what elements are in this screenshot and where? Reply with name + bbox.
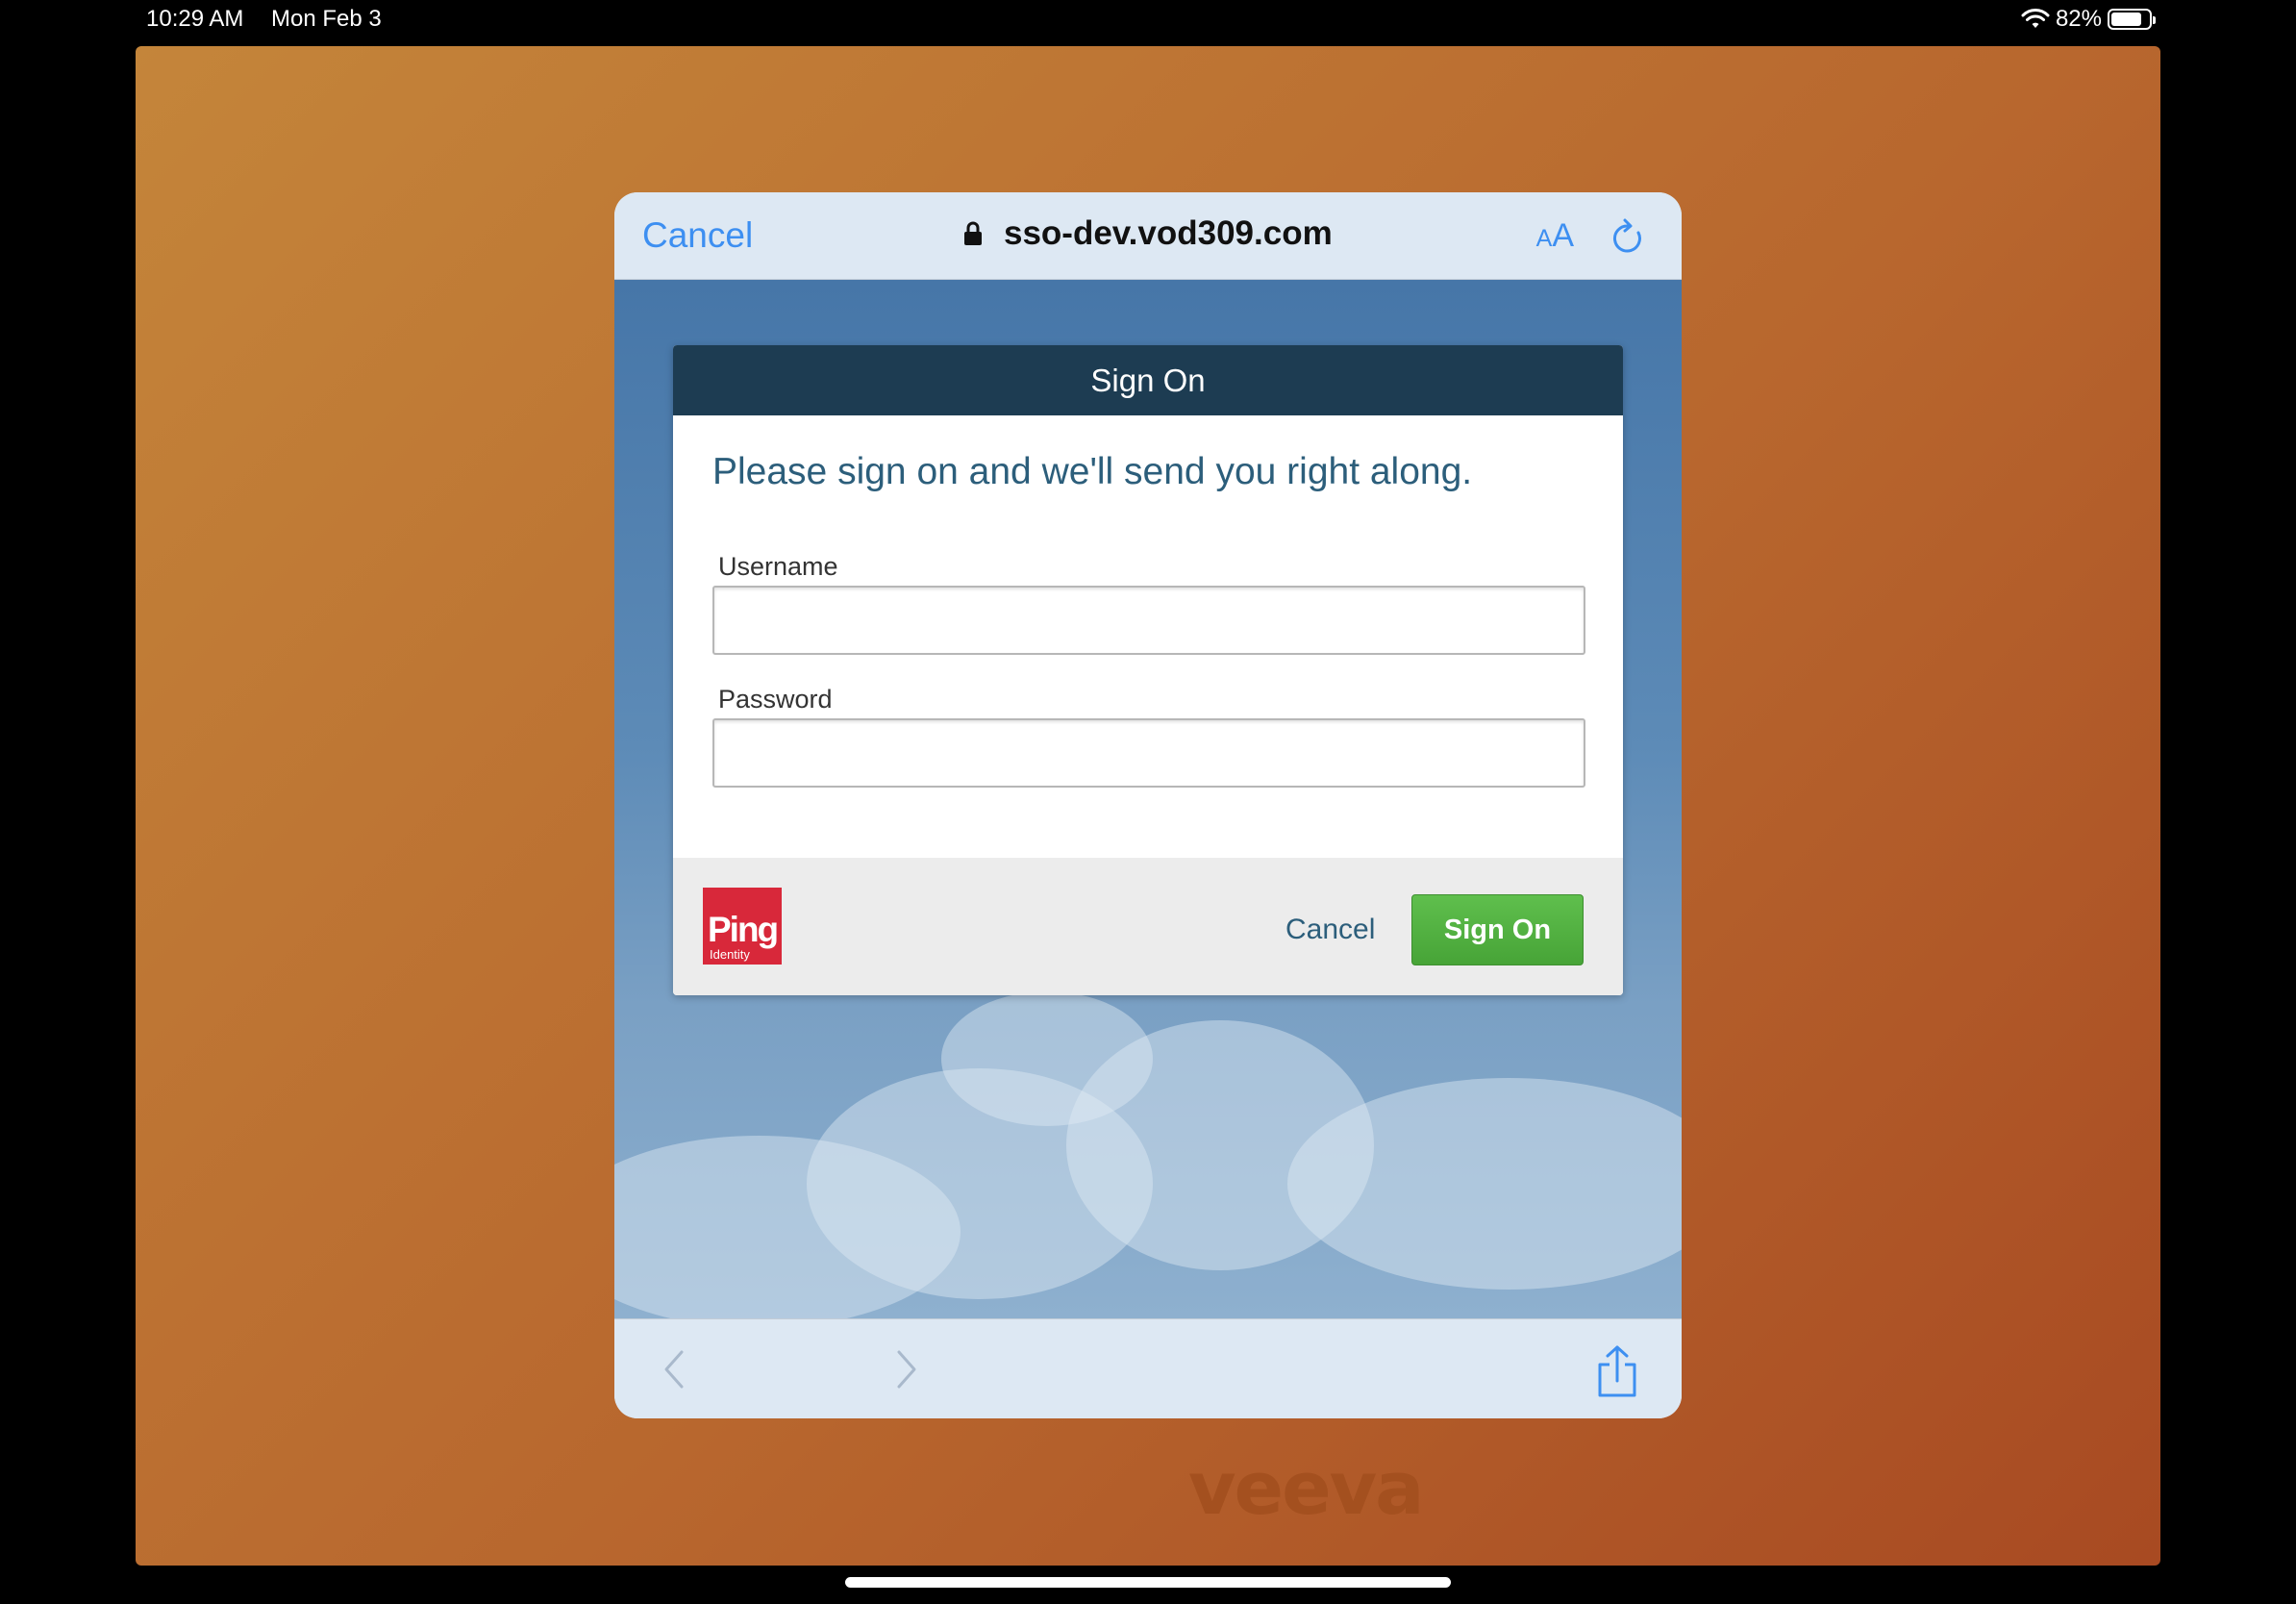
web-content: Sign On Please sign on and we'll send yo… [614, 280, 1682, 1328]
signin-subtitle: Please sign on and we'll send you right … [712, 451, 1473, 492]
battery-icon [2108, 9, 2156, 30]
card-footer: Ping Identity Cancel Sign On [673, 858, 1623, 995]
battery-percent: 82% [2055, 6, 2102, 32]
veeva-logo: veeva [1188, 1445, 1424, 1531]
username-input[interactable] [712, 586, 1585, 655]
password-input[interactable] [712, 718, 1585, 788]
status-time: 10:29 AM [146, 6, 244, 32]
share-icon[interactable] [1595, 1344, 1639, 1398]
cancel-link[interactable]: Cancel [1285, 914, 1375, 946]
sign-on-button[interactable]: Sign On [1411, 894, 1584, 965]
url-text: sso-dev.vod309.com [1004, 214, 1333, 252]
wifi-icon [2021, 9, 2050, 28]
browser-sheet: Cancel sso-dev.vod309.com AA Sign On Ple… [614, 192, 1682, 1418]
ping-logo-sub: Identity [710, 947, 750, 962]
battery-cap [2153, 16, 2156, 24]
url-bar: Cancel sso-dev.vod309.com AA [614, 192, 1682, 280]
username-label: Username [718, 552, 838, 581]
reload-icon[interactable] [1610, 217, 1645, 256]
text-size-large-label: A [1552, 217, 1574, 254]
home-indicator[interactable] [845, 1577, 1451, 1588]
back-icon[interactable] [662, 1348, 686, 1391]
text-size-small-label: A [1535, 225, 1553, 252]
browser-toolbar [614, 1318, 1682, 1418]
card-header: Sign On [673, 345, 1623, 415]
ping-identity-logo: Ping Identity [703, 888, 782, 965]
status-bar: 10:29 AM Mon Feb 3 82% [0, 0, 2296, 38]
status-date: Mon Feb 3 [271, 6, 382, 32]
url-display[interactable]: sso-dev.vod309.com [614, 214, 1682, 253]
battery-fill [2111, 13, 2141, 26]
status-indicators: 82% [2021, 6, 2156, 33]
forward-icon[interactable] [895, 1348, 918, 1391]
ping-logo-word: Ping [708, 910, 779, 949]
cloud-decoration [941, 991, 1153, 1126]
lock-icon [964, 221, 983, 245]
password-label: Password [718, 685, 833, 714]
text-size-icon[interactable]: AA [1536, 217, 1574, 255]
signin-card: Sign On Please sign on and we'll send yo… [673, 345, 1623, 995]
